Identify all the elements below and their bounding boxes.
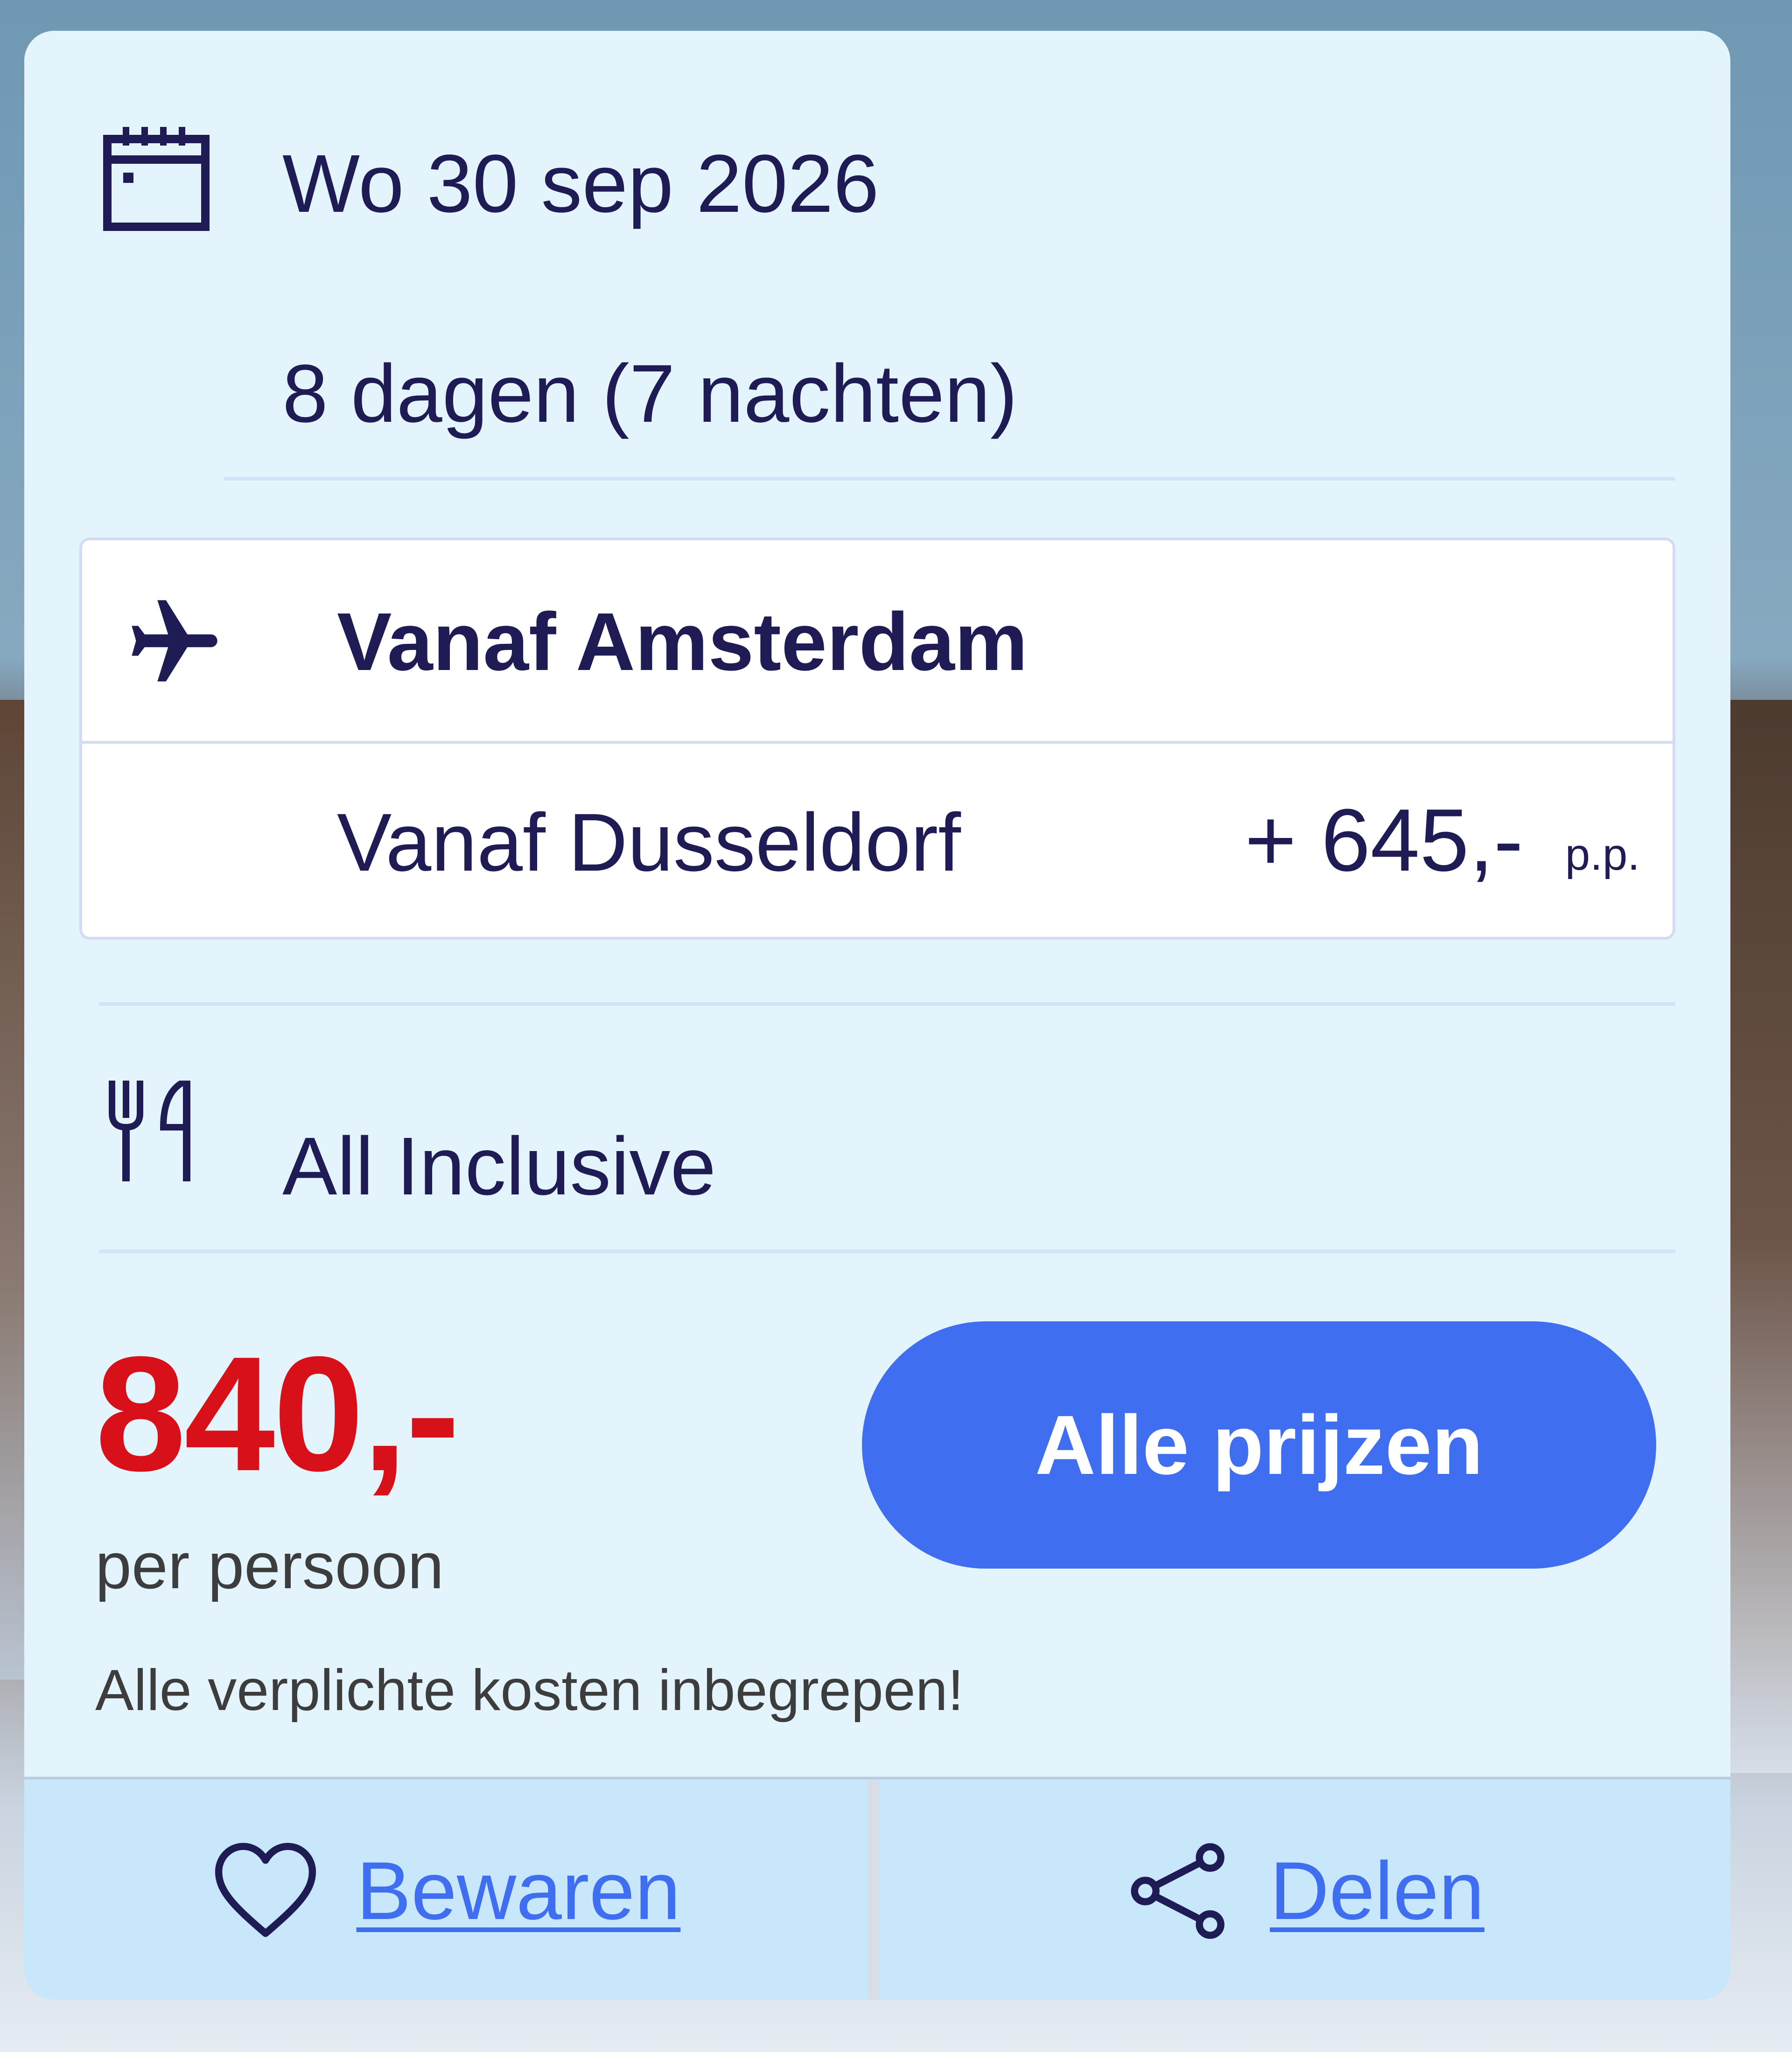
trip-summary-card: Wo 30 sep 2026 8 dagen (7 nachten) Vanaf… (24, 31, 1730, 2000)
actions-separator (868, 1780, 879, 2000)
save-link[interactable]: Bewaren (357, 1844, 681, 1938)
flight-surcharge-unit: p.p. (1565, 830, 1640, 879)
flight-option-dusseldorf[interactable]: Vanaf Dusseldorf + 645,- p.p. (82, 744, 1673, 940)
background-left-edge (0, 700, 28, 1680)
divider (99, 1249, 1675, 1253)
departure-airport-options: Vanaf Amsterdam Vanaf Dusseldorf + 645,-… (79, 537, 1675, 940)
plane-icon (132, 600, 217, 682)
card-actions-bar: Bewaren Delen (24, 1777, 1730, 2000)
flight-option-label: Vanaf Dusseldorf (337, 797, 961, 888)
flight-option-label: Vanaf Amsterdam (337, 596, 1028, 688)
divider (224, 477, 1675, 481)
all-prices-button[interactable]: Alle prijzen (862, 1321, 1656, 1569)
share-button[interactable]: Delen (879, 1780, 1730, 2000)
flight-surcharge: + 645,- (1245, 791, 1523, 890)
heart-icon (215, 1843, 316, 1937)
background-right-edge (1727, 700, 1792, 1773)
share-icon (1131, 1843, 1225, 1939)
mandatory-costs-note: Alle verplichte kosten inbegrepen! (95, 1658, 964, 1723)
cutlery-icon (109, 1081, 190, 1181)
share-link[interactable]: Delen (1270, 1844, 1484, 1938)
divider (99, 1002, 1675, 1006)
trip-duration: 8 dagen (7 nachten) (282, 348, 1018, 440)
flight-option-amsterdam[interactable]: Vanaf Amsterdam (82, 540, 1673, 744)
price: 840,- (95, 1323, 460, 1505)
calendar-icon (103, 127, 210, 231)
save-button[interactable]: Bewaren (24, 1780, 868, 2000)
price-per-person-label: per persoon (95, 1529, 444, 1602)
board-type: All Inclusive (282, 1121, 716, 1212)
departure-date: Wo 30 sep 2026 (282, 138, 879, 230)
